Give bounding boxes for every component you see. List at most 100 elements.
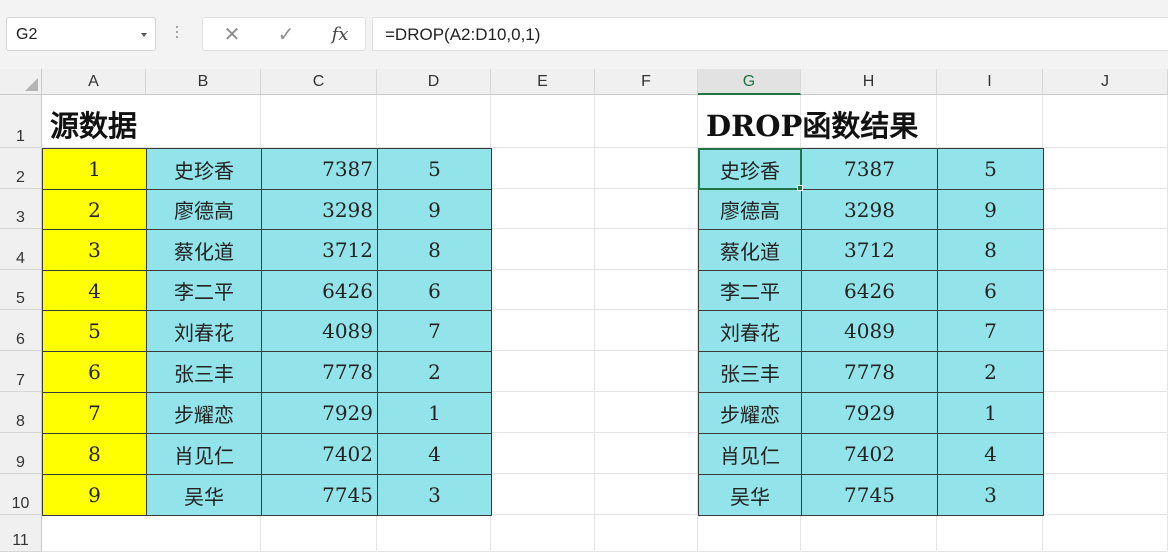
result-cell[interactable]: 7745 [801, 474, 938, 516]
result-cell[interactable]: 6 [937, 270, 1044, 311]
column-header-f[interactable]: F [595, 69, 698, 95]
source-cell[interactable]: 4089 [261, 310, 378, 352]
select-all-button[interactable] [0, 69, 42, 95]
source-cell[interactable]: 2 [377, 351, 492, 393]
source-cell[interactable]: 刘春花 [146, 310, 262, 352]
row-header-9[interactable]: 9 [0, 433, 42, 474]
result-cell[interactable]: 3298 [801, 189, 938, 230]
result-cell[interactable]: 7387 [801, 148, 938, 190]
result-cell[interactable]: 肖见仁 [698, 433, 802, 475]
result-cell[interactable]: 刘春花 [698, 310, 802, 352]
source-cell[interactable]: 8 [42, 433, 147, 475]
column-header-h[interactable]: H [801, 69, 937, 95]
row-header-10[interactable]: 10 [0, 474, 42, 515]
result-cell[interactable]: 4 [937, 433, 1044, 475]
column-header-j[interactable]: J [1043, 69, 1168, 95]
column-header-c[interactable]: C [261, 69, 377, 95]
row-header-1[interactable]: 1 [0, 95, 42, 148]
formula-text: =DROP(A2:D10,0,1) [385, 25, 541, 44]
source-cell[interactable]: 蔡化道 [146, 229, 262, 271]
result-cell[interactable]: 吴华 [698, 474, 802, 516]
result-cell[interactable]: 李二平 [698, 270, 802, 311]
column-header-a[interactable]: A [42, 69, 146, 95]
result-cell[interactable]: 步耀恋 [698, 392, 802, 434]
result-cell[interactable]: 7402 [801, 433, 938, 475]
source-cell[interactable]: 7402 [261, 433, 378, 475]
column-header-d[interactable]: D [377, 69, 491, 95]
result-cell[interactable]: 廖德高 [698, 189, 802, 230]
source-cell[interactable]: 6 [377, 270, 492, 311]
source-cell[interactable]: 李二平 [146, 270, 262, 311]
source-cell[interactable]: 7778 [261, 351, 378, 393]
result-cell[interactable]: 9 [937, 189, 1044, 230]
fill-handle[interactable] [797, 185, 803, 191]
insert-function-icon[interactable]: fx [315, 18, 365, 50]
name-box[interactable]: G2 [6, 17, 156, 51]
result-cell[interactable]: 史珍香 [698, 148, 802, 190]
source-cell[interactable]: 廖德高 [146, 189, 262, 230]
source-cell[interactable]: 4 [377, 433, 492, 475]
row-header-5[interactable]: 5 [0, 270, 42, 310]
source-cell[interactable]: 步耀恋 [146, 392, 262, 434]
source-cell[interactable]: 1 [377, 392, 492, 434]
chevron-down-icon[interactable] [141, 33, 147, 37]
column-header-g[interactable]: G [698, 69, 801, 95]
row-header-7[interactable]: 7 [0, 351, 42, 392]
source-cell[interactable]: 肖见仁 [146, 433, 262, 475]
source-cell[interactable]: 3 [377, 474, 492, 516]
result-cell[interactable]: 7 [937, 310, 1044, 352]
source-cell[interactable]: 5 [377, 148, 492, 190]
row-header-6[interactable]: 6 [0, 310, 42, 351]
source-cell[interactable]: 史珍香 [146, 148, 262, 190]
row-header-11[interactable]: 11 [0, 515, 42, 552]
column-header-b[interactable]: B [146, 69, 261, 95]
source-cell[interactable]: 9 [377, 189, 492, 230]
source-cell[interactable]: 3 [42, 229, 147, 271]
result-cell[interactable]: 5 [937, 148, 1044, 190]
result-cell[interactable]: 1 [937, 392, 1044, 434]
result-cell[interactable]: 2 [937, 351, 1044, 393]
formula-bar: G2 ✕ ✓ fx =DROP(A2:D10,0,1) [0, 0, 1168, 69]
drag-handle-icon[interactable] [176, 26, 179, 42]
source-cell[interactable]: 8 [377, 229, 492, 271]
source-cell[interactable]: 7387 [261, 148, 378, 190]
result-cell[interactable]: 张三丰 [698, 351, 802, 393]
formula-input[interactable]: =DROP(A2:D10,0,1) [372, 17, 1168, 51]
row-header-3[interactable]: 3 [0, 189, 42, 229]
source-cell[interactable]: 2 [42, 189, 147, 230]
result-cell[interactable]: 8 [937, 229, 1044, 271]
row-header-4[interactable]: 4 [0, 229, 42, 270]
source-cell[interactable]: 7 [377, 310, 492, 352]
source-cell[interactable]: 6426 [261, 270, 378, 311]
result-cell[interactable]: 3 [937, 474, 1044, 516]
spreadsheet-grid[interactable]: ABCDEFGHIJ 1 2 3 4 5 6 7 8 9 10 11 源数据 DROP函数结果 1史… [0, 69, 1168, 552]
column-header-i[interactable]: I [937, 69, 1043, 95]
column-header-e[interactable]: E [491, 69, 595, 95]
result-cell[interactable]: 7778 [801, 351, 938, 393]
result-cell[interactable]: 7929 [801, 392, 938, 434]
result-cell[interactable]: 4089 [801, 310, 938, 352]
name-box-value: G2 [16, 26, 38, 43]
cancel-icon[interactable]: ✕ [207, 18, 257, 50]
source-cell[interactable]: 3712 [261, 229, 378, 271]
gridline-vertical [594, 95, 595, 552]
source-cell[interactable]: 5 [42, 310, 147, 352]
source-cell[interactable]: 1 [42, 148, 147, 190]
source-cell[interactable]: 3298 [261, 189, 378, 230]
source-cell[interactable]: 7745 [261, 474, 378, 516]
drop-result-title: DROP函数结果 [706, 109, 919, 143]
source-cell[interactable]: 7929 [261, 392, 378, 434]
source-cell[interactable]: 吴华 [146, 474, 262, 516]
source-cell[interactable]: 4 [42, 270, 147, 311]
result-cell[interactable]: 蔡化道 [698, 229, 802, 271]
row-header-8[interactable]: 8 [0, 392, 42, 433]
source-cell[interactable]: 6 [42, 351, 147, 393]
source-cell[interactable]: 7 [42, 392, 147, 434]
check-icon[interactable]: ✓ [261, 18, 311, 50]
source-data-title: 源数据 [50, 109, 138, 143]
source-cell[interactable]: 张三丰 [146, 351, 262, 393]
result-cell[interactable]: 6426 [801, 270, 938, 311]
row-header-2[interactable]: 2 [0, 148, 42, 189]
source-cell[interactable]: 9 [42, 474, 147, 516]
result-cell[interactable]: 3712 [801, 229, 938, 271]
